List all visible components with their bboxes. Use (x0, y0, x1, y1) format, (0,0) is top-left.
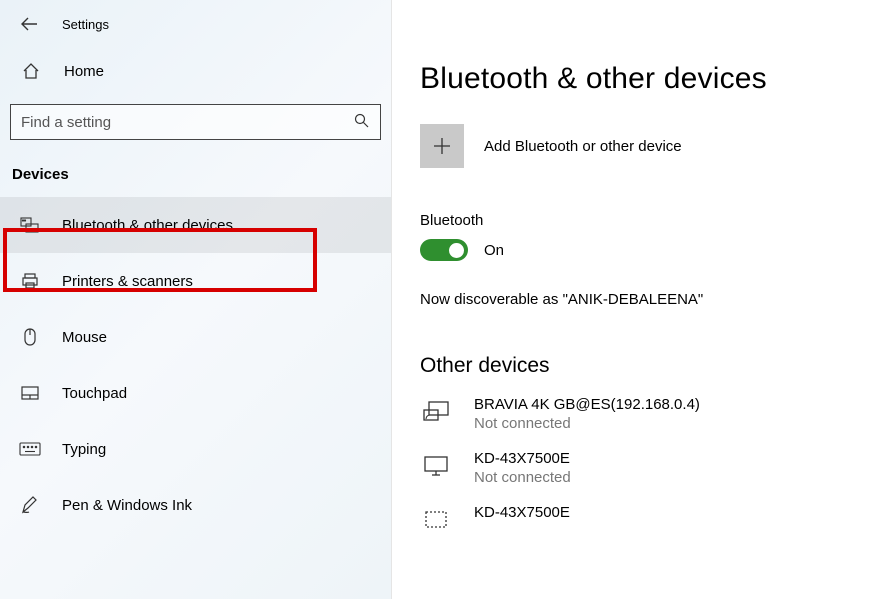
device-status: Not connected (474, 415, 700, 432)
mouse-icon (18, 325, 42, 349)
sidebar-item-pen[interactable]: Pen & Windows Ink (0, 477, 391, 533)
cast-device-icon (420, 396, 452, 428)
sidebar: Settings Home Devices Bluetooth & other … (0, 0, 392, 599)
plus-icon (420, 124, 464, 168)
search-icon (352, 113, 370, 131)
sidebar-item-mouse[interactable]: Mouse (0, 309, 391, 365)
sidebar-item-printers[interactable]: Printers & scanners (0, 253, 391, 309)
device-name: KD-43X7500E (474, 504, 570, 521)
sidebar-item-label: Bluetooth & other devices (62, 217, 233, 234)
device-row[interactable]: KD-43X7500E Not connected (420, 450, 889, 486)
device-row[interactable]: KD-43X7500E (420, 504, 889, 536)
sidebar-home[interactable]: Home (0, 44, 391, 98)
printer-icon (18, 269, 42, 293)
device-name: KD-43X7500E (474, 450, 571, 467)
keyboard-icon (18, 437, 42, 461)
device-row[interactable]: BRAVIA 4K GB@ES(192.168.0.4) Not connect… (420, 396, 889, 432)
back-arrow-icon (20, 16, 38, 32)
bluetooth-section-label: Bluetooth (420, 212, 889, 229)
device-status: Not connected (474, 469, 571, 486)
sidebar-item-label: Touchpad (62, 385, 127, 402)
home-icon (20, 62, 42, 80)
window-header: Settings (0, 0, 391, 44)
monitor-icon (420, 450, 452, 482)
sidebar-item-typing[interactable]: Typing (0, 421, 391, 477)
home-label: Home (64, 63, 104, 80)
sidebar-item-label: Pen & Windows Ink (62, 497, 192, 514)
touchpad-icon (18, 381, 42, 405)
sidebar-item-label: Printers & scanners (62, 273, 193, 290)
device-name: BRAVIA 4K GB@ES(192.168.0.4) (474, 396, 700, 413)
bluetooth-toggle-row: On (420, 239, 889, 261)
device-generic-icon (420, 504, 452, 536)
main-content: Bluetooth & other devices Add Bluetooth … (392, 0, 889, 599)
search-box[interactable] (10, 104, 381, 140)
search-input[interactable] (21, 114, 352, 131)
bluetooth-devices-icon (18, 213, 42, 237)
app-title: Settings (62, 17, 109, 32)
sidebar-item-label: Typing (62, 441, 106, 458)
sidebar-item-bluetooth[interactable]: Bluetooth & other devices (0, 197, 391, 253)
sidebar-category: Devices (0, 140, 391, 197)
sidebar-item-label: Mouse (62, 329, 107, 346)
pen-icon (18, 493, 42, 517)
add-device-button[interactable]: Add Bluetooth or other device (420, 124, 889, 168)
page-title: Bluetooth & other devices (420, 0, 889, 96)
back-button[interactable] (18, 13, 40, 35)
discoverable-text: Now discoverable as "ANIK-DEBALEENA" (420, 291, 889, 308)
other-devices-heading: Other devices (420, 354, 889, 378)
bluetooth-toggle[interactable] (420, 239, 468, 261)
add-device-label: Add Bluetooth or other device (484, 138, 682, 155)
toggle-knob (449, 243, 464, 258)
sidebar-item-touchpad[interactable]: Touchpad (0, 365, 391, 421)
toggle-state-label: On (484, 242, 504, 259)
